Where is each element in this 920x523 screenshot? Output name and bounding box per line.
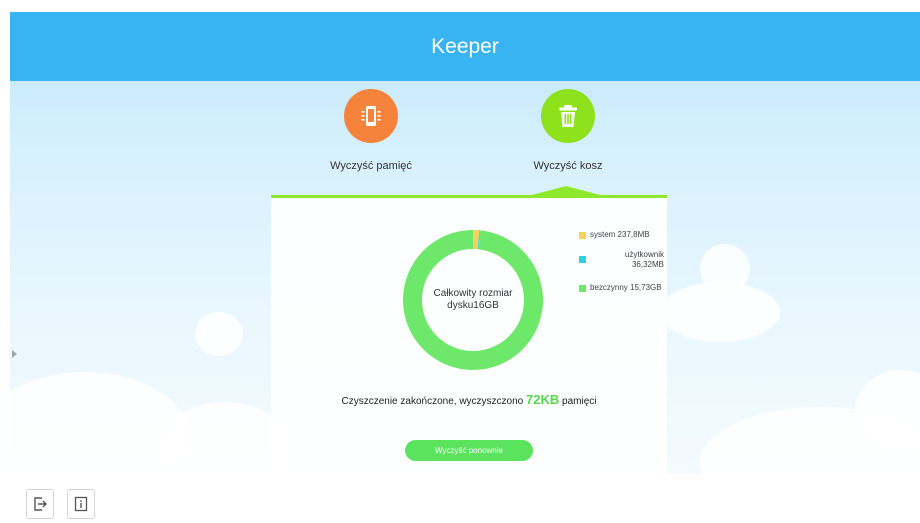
trash-icon	[559, 105, 577, 127]
legend-item-idle: bezczynny 15,73GB	[579, 283, 662, 293]
legend-item-user: użytkownik 36,32MB	[579, 250, 664, 270]
side-panel-arrow-icon[interactable]	[12, 350, 17, 358]
legend-swatch	[579, 232, 586, 239]
exit-button[interactable]	[26, 489, 54, 519]
app-title: Keeper	[431, 34, 499, 58]
legend-label: system 237,8MB	[590, 230, 650, 239]
legend-label: użytkownik 36,32MB	[624, 250, 664, 269]
disk-usage-chart: Całkowity rozmiar dysku16GB	[402, 229, 544, 371]
phone-icon	[361, 106, 381, 126]
legend-label: bezczynny 15,73GB	[590, 283, 662, 292]
info-button[interactable]	[67, 489, 95, 519]
info-icon	[74, 496, 88, 512]
legend-item-system: system 237,8MB	[579, 230, 650, 240]
clean-again-button[interactable]: Wyczyść ponownie	[405, 440, 533, 461]
result-card: Całkowity rozmiar dysku16GB system 237,8…	[271, 195, 667, 474]
clean-memory-button[interactable]	[344, 89, 398, 143]
app-window: Keeper Wyczyść pamięć Wyczyść kosz Całko…	[10, 12, 920, 474]
cleaned-amount: 72KB	[526, 392, 560, 407]
clean-memory-mode[interactable]: Wyczyść pamięć	[311, 89, 431, 172]
app-header: Keeper	[10, 12, 920, 81]
cleanup-status: Czyszczenie zakończone, wyczyszczono 72K…	[271, 392, 667, 407]
legend-swatch	[579, 256, 586, 263]
clean-memory-label: Wyczyść pamięć	[330, 160, 412, 172]
cloud-decoration	[660, 282, 780, 342]
clean-trash-mode[interactable]: Wyczyść kosz	[508, 89, 628, 172]
exit-icon	[34, 497, 47, 511]
status-suffix: pamięci	[559, 396, 597, 407]
clean-trash-label: Wyczyść kosz	[533, 160, 603, 172]
cloud-decoration	[195, 312, 243, 356]
status-prefix: Czyszczenie zakończone, wyczyszczono	[341, 396, 527, 407]
disk-total-label: Całkowity rozmiar dysku16GB	[433, 288, 513, 311]
clean-trash-button[interactable]	[541, 89, 595, 143]
legend-swatch	[579, 285, 586, 292]
